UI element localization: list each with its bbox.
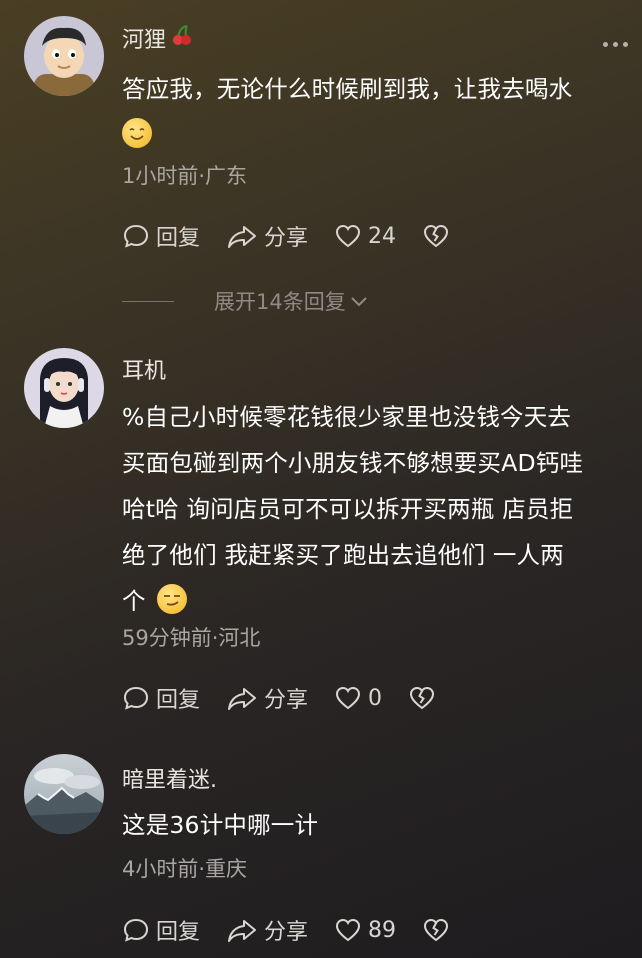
avatar[interactable] (24, 16, 104, 96)
smile-emoji-icon (122, 118, 152, 148)
username-label: 暗里着迷. (122, 768, 217, 793)
share-arrow-icon (228, 688, 257, 710)
chat-bubble-icon (123, 224, 149, 248)
more-dots-icon[interactable] (603, 42, 628, 47)
username[interactable]: 暗里着迷. (122, 762, 217, 794)
avatar[interactable] (24, 348, 104, 428)
share-arrow-icon (228, 226, 257, 248)
heart-icon (336, 918, 361, 942)
share-arrow-icon (228, 920, 257, 942)
comment-actions: 回复 分享 0 (122, 680, 462, 716)
avatar[interactable] (24, 754, 104, 834)
broken-heart-icon (424, 918, 449, 942)
heart-icon (336, 224, 361, 248)
comment-text: 答应我，无论什么时候刷到我，让我去喝水 (122, 66, 622, 158)
comment-actions: 回复 分享 89 (122, 912, 476, 948)
chat-bubble-icon (123, 686, 149, 710)
username-label: 耳机 (122, 359, 167, 384)
chevron-down-icon (351, 297, 367, 307)
share-button[interactable]: 分享 (226, 682, 308, 714)
comment-meta: 1小时前·广东 (122, 164, 248, 188)
like-button[interactable]: 0 (334, 684, 382, 712)
share-button[interactable]: 分享 (226, 914, 308, 946)
like-button[interactable]: 89 (334, 916, 396, 944)
comment-meta: 59分钟前·河北 (122, 626, 261, 650)
username[interactable]: 耳机 (122, 353, 166, 385)
broken-heart-icon (410, 686, 435, 710)
divider-line (122, 300, 174, 302)
reply-button[interactable]: 回复 (122, 220, 200, 252)
username[interactable]: 河狸 (122, 22, 194, 54)
like-button[interactable]: 24 (334, 222, 396, 250)
cherry-icon (170, 23, 194, 53)
dislike-button[interactable] (422, 222, 450, 250)
reply-button[interactable]: 回复 (122, 682, 200, 714)
reply-button[interactable]: 回复 (122, 914, 200, 946)
share-button[interactable]: 分享 (226, 220, 308, 252)
expand-replies-button[interactable]: 展开14条回复 (122, 284, 370, 318)
heart-icon (336, 686, 361, 710)
smug-emoji-icon (157, 584, 188, 614)
comment-actions: 回复 分享 24 (122, 218, 476, 254)
chat-bubble-icon (123, 918, 149, 942)
comment-text: 这是36计中哪一计 (122, 811, 319, 839)
username-label: 河狸 (122, 28, 167, 53)
comment-meta: 4小时前·重庆 (122, 857, 248, 881)
comment-text: %自己小时候零花钱很少家里也没钱今天去 买面包碰到两个小朋友钱不够想要买AD钙哇… (122, 403, 584, 615)
dislike-button[interactable] (422, 916, 450, 944)
dislike-button[interactable] (408, 684, 436, 712)
broken-heart-icon (424, 224, 449, 248)
